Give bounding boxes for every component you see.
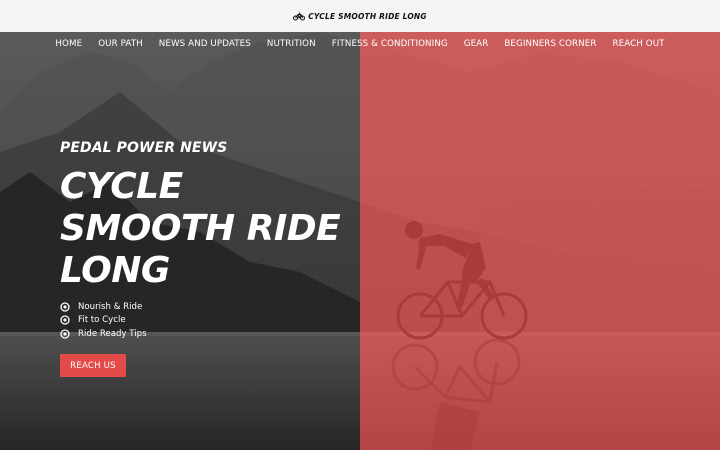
feature-item: Nourish & Ride	[60, 300, 360, 314]
hero-eyebrow: PEDAL POWER NEWS	[60, 140, 228, 156]
nav-beginners-corner[interactable]: BEGINNERS CORNER	[504, 39, 596, 49]
feature-item: Ride Ready Tips	[60, 327, 360, 341]
headline-line: SMOOTH RIDE	[60, 208, 341, 249]
headline-line: LONG	[60, 250, 170, 291]
feature-label: Fit to Cycle	[78, 315, 126, 326]
feature-list: Nourish & Ride Fit to Cycle Ride Ready T…	[60, 300, 360, 341]
feature-label: Nourish & Ride	[78, 301, 143, 312]
feature-item: Fit to Cycle	[60, 314, 360, 328]
top-bar: CYCLE SMOOTH RIDE LONG	[0, 0, 720, 32]
hero-content: PEDAL POWER NEWS CYCLE SMOOTH RIDE LONG …	[60, 140, 360, 341]
site-logo[interactable]: CYCLE SMOOTH RIDE LONG	[293, 12, 427, 21]
nav-fitness-conditioning[interactable]: FITNESS & CONDITIONING	[332, 39, 448, 49]
headline-line: CYCLE	[60, 166, 183, 207]
nav-reach-out[interactable]: REACH OUT	[612, 39, 664, 49]
target-icon	[60, 302, 70, 312]
nav-home[interactable]: HOME	[55, 39, 82, 49]
target-icon	[60, 315, 70, 325]
logo-text: CYCLE SMOOTH RIDE LONG	[308, 11, 427, 21]
nav-gear[interactable]: GEAR	[464, 39, 489, 49]
bicycle-icon	[293, 12, 306, 20]
main-nav: HOME OUR PATH NEWS AND UPDATES NUTRITION…	[0, 32, 720, 56]
right-red-overlay	[360, 32, 720, 450]
nav-nutrition[interactable]: NUTRITION	[267, 39, 316, 49]
feature-label: Ride Ready Tips	[78, 328, 147, 339]
target-icon	[60, 329, 70, 339]
nav-our-path[interactable]: OUR PATH	[98, 39, 143, 49]
hero-section: HOME OUR PATH NEWS AND UPDATES NUTRITION…	[0, 32, 720, 450]
hero-headline: CYCLE SMOOTH RIDE LONG	[60, 166, 360, 292]
nav-news-and-updates[interactable]: NEWS AND UPDATES	[159, 39, 251, 49]
reach-us-button[interactable]: REACH US	[60, 354, 126, 377]
